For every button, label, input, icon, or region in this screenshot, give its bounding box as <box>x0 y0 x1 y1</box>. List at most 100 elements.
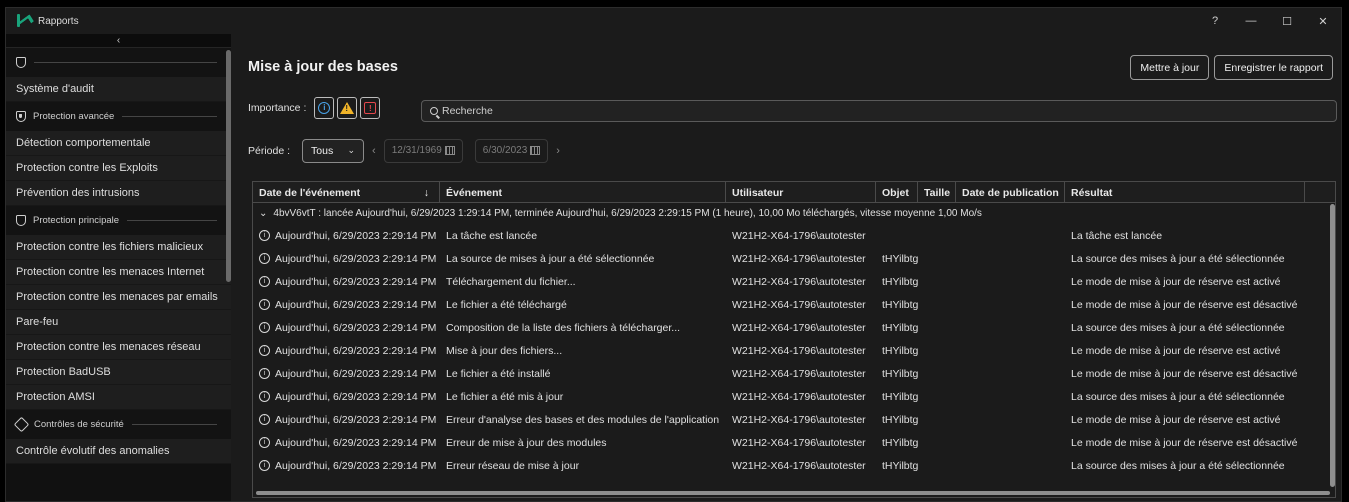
cell-event-text: Le fichier a été téléchargé <box>446 298 567 311</box>
cell-object-text: tHYilbtg <box>882 459 918 472</box>
sidebar-item-network-threat[interactable]: Protection contre les menaces réseau <box>6 335 231 360</box>
table-row[interactable]: i Aujourd'hui, 6/29/2023 2:29:14 PM Le fic… <box>253 362 1335 385</box>
cell-result-text: La source des mises à jour a été sélecti… <box>1071 390 1285 403</box>
sidebar-item-intrusion-prevention[interactable]: Prévention des intrusions <box>6 181 231 206</box>
table-row[interactable]: i Aujourd'hui, 6/29/2023 2:29:14 PM Mise à… <box>253 339 1335 362</box>
sidebar-item-firewall[interactable]: Pare-feu <box>6 310 231 335</box>
next-period-button[interactable]: › <box>556 145 560 157</box>
table-row[interactable]: i Aujourd'hui, 6/29/2023 2:29:14 PM Téléch… <box>253 270 1335 293</box>
cell-object: tHYilbtg <box>876 437 918 449</box>
info-icon: i <box>259 368 270 380</box>
cell-date: i Aujourd'hui, 6/29/2023 2:29:14 PM <box>253 322 440 334</box>
info-icon: i <box>259 414 270 426</box>
table-row[interactable]: i Aujourd'hui, 6/29/2023 2:29:14 PM La sou… <box>253 247 1335 270</box>
cell-event-text: Le fichier a été installé <box>446 367 551 380</box>
table-row[interactable]: i Aujourd'hui, 6/29/2023 2:29:14 PM Le fic… <box>253 293 1335 316</box>
cell-object-text: tHYilbtg <box>882 298 918 311</box>
cell-user-text: W21H2-X64-1796\autotester <box>732 413 866 426</box>
cell-date-text: Aujourd'hui, 6/29/2023 2:29:14 PM <box>275 367 437 380</box>
critical-filter-button[interactable]: ! <box>360 97 381 119</box>
help-button[interactable]: ? <box>1197 15 1233 27</box>
column-header-size[interactable]: Taille <box>918 182 956 203</box>
sidebar-item-exploit-protection[interactable]: Protection contre les Exploits <box>6 156 231 181</box>
column-label: Date de l'événement <box>259 186 361 199</box>
save-report-button[interactable]: Enregistrer le rapport <box>1214 55 1333 80</box>
cell-event-text: Erreur réseau de mise à jour <box>446 459 580 472</box>
cell-result-text: La source des mises à jour a été sélecti… <box>1071 252 1285 265</box>
sidebar-item-amsi[interactable]: Protection AMSI <box>6 385 231 410</box>
section-label: Contrôles de sécurité <box>34 419 124 430</box>
sidebar-item-audit[interactable]: Système d'audit <box>6 77 231 102</box>
cell-object: tHYilbtg <box>876 391 918 403</box>
sidebar-collapse-button[interactable]: ‹ <box>6 34 231 48</box>
sidebar-item-anomaly-control[interactable]: Contrôle évolutif des anomalies <box>6 439 231 464</box>
cell-result-text: Le mode de mise à jour de réserve est ac… <box>1071 413 1281 426</box>
info-icon: i <box>259 391 270 403</box>
previous-period-button[interactable]: ‹ <box>372 145 376 157</box>
sidebar-item-behavior-detection[interactable]: Détection comportementale <box>6 131 231 156</box>
date-to-field[interactable]: 6/30/2023 <box>474 138 549 163</box>
date-from-field[interactable]: 12/31/1969 <box>383 138 463 163</box>
column-header-publication[interactable]: Date de publication <box>956 182 1065 203</box>
cell-user: W21H2-X64-1796\autotester <box>726 414 876 426</box>
cell-result: Le mode de mise à jour de réserve est ac… <box>1065 345 1305 357</box>
sidebar-item-mail-threat[interactable]: Protection contre les menaces par emails <box>6 285 231 310</box>
close-button[interactable]: ✕ <box>1305 15 1341 28</box>
toolbar: Mettre à jour Enregistrer le rapport <box>1130 55 1333 80</box>
table-row[interactable]: i Aujourd'hui, 6/29/2023 2:29:14 PM Le fic… <box>253 385 1335 408</box>
cell-user: W21H2-X64-1796\autotester <box>726 253 876 265</box>
info-icon: i <box>259 345 270 357</box>
period-label: Période : <box>248 144 291 157</box>
events-table: Date de l'événement ↓ Événement Utilisat… <box>252 181 1336 498</box>
table-horizontal-scrollbar[interactable] <box>256 491 1330 495</box>
cell-event: Téléchargement du fichier... <box>440 276 726 288</box>
column-header-object[interactable]: Objet <box>876 182 918 203</box>
maximize-button[interactable]: ☐ <box>1269 15 1305 28</box>
group-row[interactable]: ⌄ 4bvV6vtT : lancée Aujourd'hui, 6/29/20… <box>253 203 1335 224</box>
cell-event-text: Le fichier a été mis à jour <box>446 390 564 403</box>
table-row[interactable]: i Aujourd'hui, 6/29/2023 2:29:14 PM Erreur… <box>253 431 1335 454</box>
sidebar-item-web-threat[interactable]: Protection contre les menaces Internet <box>6 260 231 285</box>
period-select[interactable]: Tous ⌄ <box>302 138 365 163</box>
sidebar-item-badusb[interactable]: Protection BadUSB <box>6 360 231 385</box>
update-button[interactable]: Mettre à jour <box>1130 55 1210 80</box>
column-header-event[interactable]: Événement <box>440 182 726 203</box>
date-from-value: 12/31/1969 <box>391 145 442 156</box>
table-row[interactable]: i Aujourd'hui, 6/29/2023 2:29:14 PM Compos… <box>253 316 1335 339</box>
sidebar-item-file-threat[interactable]: Protection contre les fichiers malicieux <box>6 235 231 260</box>
sidebar-section-advanced: Protection avancée <box>6 102 231 131</box>
table-vertical-scrollbar[interactable] <box>1330 204 1335 487</box>
app-logo-icon <box>16 14 30 28</box>
cell-event: Erreur réseau de mise à jour <box>440 460 726 472</box>
cell-user-text: W21H2-X64-1796\autotester <box>732 252 866 265</box>
section-divider <box>122 116 217 117</box>
cell-result: Le mode de mise à jour de réserve est ac… <box>1065 276 1305 288</box>
info-icon: i <box>259 299 270 311</box>
minimize-button[interactable]: — <box>1233 15 1269 27</box>
table-row[interactable]: i Aujourd'hui, 6/29/2023 2:29:14 PM La tâc… <box>253 224 1335 247</box>
cell-user: W21H2-X64-1796\autotester <box>726 345 876 357</box>
cell-user-text: W21H2-X64-1796\autotester <box>732 390 866 403</box>
cell-date-text: Aujourd'hui, 6/29/2023 2:29:14 PM <box>275 229 437 242</box>
column-header-date[interactable]: Date de l'événement ↓ <box>253 182 440 203</box>
cell-result: Le mode de mise à jour de réserve est dé… <box>1065 437 1305 449</box>
column-header-user[interactable]: Utilisateur <box>726 182 876 203</box>
cell-event-text: Erreur d'analyse des bases et des module… <box>446 413 720 426</box>
cell-user-text: W21H2-X64-1796\autotester <box>732 459 866 472</box>
cell-date: i Aujourd'hui, 6/29/2023 2:29:14 PM <box>253 414 440 426</box>
cell-date-text: Aujourd'hui, 6/29/2023 2:29:14 PM <box>275 413 437 426</box>
cell-result: Le mode de mise à jour de réserve est ac… <box>1065 414 1305 426</box>
info-filter-button[interactable]: i <box>314 97 335 119</box>
warning-filter-button[interactable] <box>337 97 358 119</box>
column-header-result[interactable]: Résultat <box>1065 182 1305 203</box>
table-row[interactable]: i Aujourd'hui, 6/29/2023 2:29:14 PM Erreur… <box>253 454 1335 477</box>
cell-date: i Aujourd'hui, 6/29/2023 2:29:14 PM <box>253 345 440 357</box>
table-row[interactable]: i Aujourd'hui, 6/29/2023 2:29:14 PM Erreur… <box>253 408 1335 431</box>
cell-result-text: Le mode de mise à jour de réserve est dé… <box>1071 298 1298 311</box>
sidebar-scrollbar[interactable] <box>226 50 231 282</box>
search-input[interactable]: Recherche <box>421 100 1337 122</box>
cell-user: W21H2-X64-1796\autotester <box>726 230 876 242</box>
cell-result: Le mode de mise à jour de réserve est dé… <box>1065 299 1305 311</box>
cell-result-text: La source des mises à jour a été sélecti… <box>1071 321 1285 334</box>
cell-result-text: Le mode de mise à jour de réserve est dé… <box>1071 367 1298 380</box>
